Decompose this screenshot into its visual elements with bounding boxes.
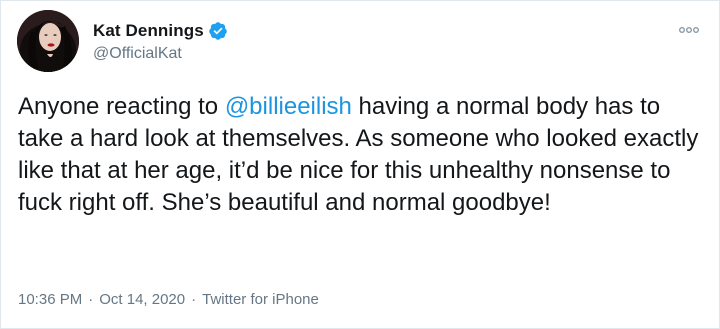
meta-separator: · xyxy=(88,291,94,308)
author-handle[interactable]: @OfficialKat xyxy=(93,45,228,63)
author-name[interactable]: Kat Dennings xyxy=(93,21,204,41)
tweet-metadata: 10:36 PM · Oct 14, 2020 · Twitter for iPhone xyxy=(18,291,319,308)
author-identity: Kat Dennings @OfficialKat xyxy=(93,20,228,63)
tweet-text: Anyone reacting to @billieeilish having … xyxy=(18,91,708,219)
tweet-date[interactable]: Oct 14, 2020 xyxy=(99,291,185,308)
verified-badge-icon xyxy=(208,21,228,41)
more-options-icon[interactable] xyxy=(677,23,701,35)
mention-link[interactable]: @billieeilish xyxy=(225,93,352,120)
tweet-time[interactable]: 10:36 PM xyxy=(18,291,82,308)
name-row: Kat Dennings xyxy=(93,20,228,42)
tweet-card: Kat Dennings @OfficialKat Anyone reactin… xyxy=(0,0,720,329)
meta-separator: · xyxy=(191,291,197,308)
avatar[interactable] xyxy=(17,10,79,72)
tweet-header: Kat Dennings @OfficialKat xyxy=(17,10,703,74)
avatar-image xyxy=(17,10,79,72)
tweet-source[interactable]: Twitter for iPhone xyxy=(202,291,319,308)
tweet-text-before: Anyone reacting to xyxy=(18,93,225,120)
